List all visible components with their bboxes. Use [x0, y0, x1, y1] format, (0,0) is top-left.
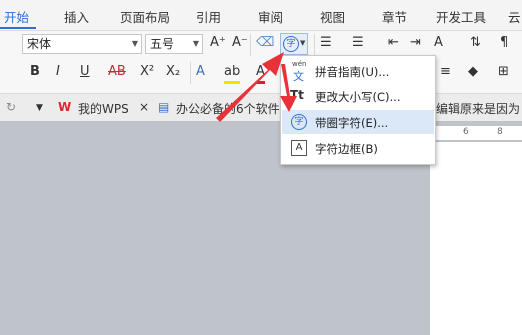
chevron-down-icon: ▼ — [131, 39, 138, 48]
menu-item-label: 带圈字符(E)... — [315, 116, 389, 130]
border-icon[interactable]: ⊞ — [498, 63, 509, 81]
bullet-list-icon[interactable]: ☰ — [320, 34, 332, 52]
tab-home[interactable]: 开始 — [4, 7, 29, 26]
change-case-icon: Tt — [290, 88, 304, 102]
tab-insert[interactable]: 插入 — [64, 7, 89, 26]
menu-item-label: 字符边框(B) — [315, 142, 378, 156]
grow-font-button[interactable]: A⁺ — [210, 34, 226, 52]
divider — [314, 34, 315, 56]
font-family-select[interactable]: 宋体 ▼ — [22, 34, 142, 54]
subscript-button[interactable]: X₂ — [166, 63, 180, 81]
shading-icon[interactable]: ◆ — [468, 63, 478, 81]
text-effect-icon[interactable]: A — [196, 63, 205, 81]
menu-item-enclosed-character[interactable]: 字 带圈字符(E)... — [282, 110, 434, 134]
highlight-icon[interactable]: ab — [224, 63, 241, 84]
strikethrough-button[interactable]: AB — [108, 63, 126, 81]
paragraph-mark-icon[interactable]: ¶ — [500, 34, 508, 52]
clear-format-icon[interactable]: ⌫ — [256, 34, 274, 52]
enclose-dropdown-menu: wén 文 拼音指南(U)... Tt 更改大小写(C)... 字 带圈字符(E… — [280, 55, 436, 165]
text-direction-icon[interactable]: A — [434, 34, 443, 52]
tab-references[interactable]: 引用 — [196, 7, 221, 26]
sort-icon[interactable]: ⇅ — [470, 34, 481, 52]
menu-item-pinyin-guide[interactable]: wén 文 拼音指南(U)... — [282, 59, 434, 83]
ribbon-toolbar: 宋体 ▼ 五号 ▼ A⁺ A⁻ ⌫ 字 ▼ ☰ ☰ ⇤ ⇥ A ⇅ ¶ B I … — [0, 31, 522, 93]
enclose-character-button[interactable]: 字 ▼ — [280, 33, 308, 55]
ruler-mark: 8 — [497, 127, 503, 137]
tab-section[interactable]: 章节 — [382, 7, 407, 26]
chevron-down-icon[interactable]: ▼ — [36, 103, 43, 113]
decrease-indent-icon[interactable]: ⇤ — [388, 34, 399, 52]
tab-view[interactable]: 视图 — [320, 7, 345, 26]
menu-item-label: 更改大小写(C)... — [315, 90, 401, 104]
document-tab-bar: ↻ ▼ W 我的WPS × ▤ 办公必备的6个软件 能编辑原来是因为 — [0, 93, 522, 123]
tab-page-layout[interactable]: 页面布局 — [120, 7, 170, 26]
bold-button[interactable]: B — [30, 63, 40, 81]
document-page[interactable] — [430, 142, 522, 335]
font-size-select[interactable]: 五号 ▼ — [145, 34, 203, 54]
shrink-font-button[interactable]: A⁻ — [232, 34, 248, 52]
horizontal-ruler: 6 8 — [430, 126, 522, 140]
tab-cloud[interactable]: 云 — [508, 7, 521, 26]
font-size-value: 五号 — [150, 37, 175, 51]
doc-tab-software[interactable]: 办公必备的6个软件 — [176, 100, 280, 117]
wps-logo-icon: W — [58, 100, 72, 114]
menu-item-label: 拼音指南(U)... — [315, 65, 390, 79]
superscript-button[interactable]: X² — [140, 63, 154, 81]
close-icon[interactable]: × — [139, 100, 149, 114]
tab-developer[interactable]: 开发工具 — [436, 7, 486, 26]
doc-tab-my-wps[interactable]: 我的WPS — [78, 100, 129, 117]
menu-item-change-case[interactable]: Tt 更改大小写(C)... — [282, 84, 434, 108]
underline-button[interactable]: U — [80, 63, 90, 81]
divider — [190, 62, 191, 84]
menu-item-character-border[interactable]: A 字符边框(B) — [282, 136, 434, 160]
chevron-down-icon: ▼ — [192, 39, 199, 48]
character-border-icon: A — [290, 139, 308, 157]
align-icon[interactable]: ≡ — [440, 63, 451, 81]
numbered-list-icon[interactable]: ☰ — [352, 34, 364, 52]
doc-tab-editing[interactable]: 能编辑原来是因为 — [424, 100, 520, 117]
enclosed-character-icon: 字 — [283, 36, 299, 52]
pinyin-guide-icon: wén 文 — [292, 60, 307, 83]
font-color-icon[interactable]: A — [256, 63, 265, 84]
font-family-value: 宋体 — [27, 37, 52, 51]
divider — [250, 34, 251, 56]
enclosed-character-icon: 字 — [290, 113, 308, 131]
active-tab-indicator — [0, 27, 36, 29]
ruler-mark: 6 — [463, 127, 469, 137]
redo-icon[interactable]: ↻ — [6, 100, 16, 114]
tab-review[interactable]: 审阅 — [258, 7, 283, 26]
ribbon-tab-bar: 开始 插入 页面布局 引用 审阅 视图 章节 开发工具 云 — [0, 0, 522, 31]
increase-indent-icon[interactable]: ⇥ — [410, 34, 421, 52]
chevron-down-icon: ▼ — [300, 39, 306, 47]
italic-button[interactable]: I — [56, 63, 60, 81]
document-icon: ▤ — [158, 100, 170, 114]
